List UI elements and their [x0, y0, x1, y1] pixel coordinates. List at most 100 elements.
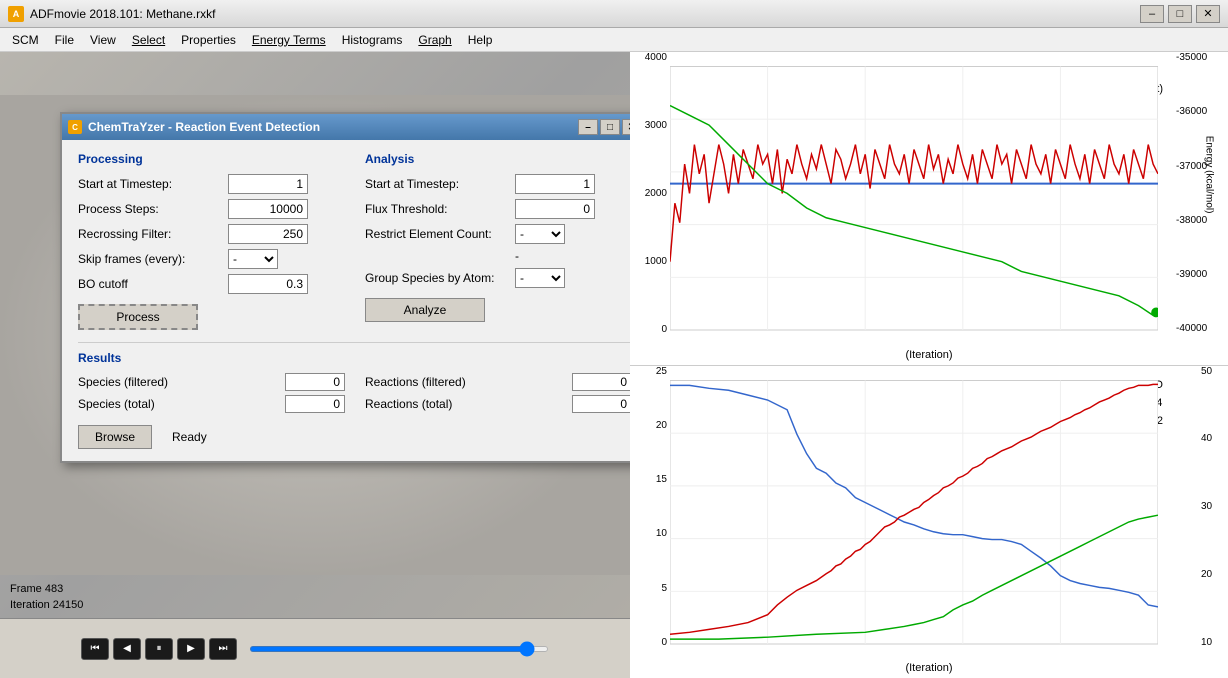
y-label-1000: 1000 — [632, 256, 667, 267]
menu-scm[interactable]: SCM — [4, 31, 47, 49]
dialog-minimize-button[interactable]: – — [578, 119, 598, 135]
analysis-start-timestep-label: Start at Timestep: — [365, 177, 515, 191]
y-label-5: 5 — [632, 583, 667, 594]
minimize-button[interactable]: – — [1140, 5, 1164, 23]
prev-frame-button[interactable]: ◀ — [113, 638, 141, 660]
maximize-button[interactable]: □ — [1168, 5, 1192, 23]
results-title: Results — [78, 351, 630, 365]
analysis-title: Analysis — [365, 152, 630, 166]
analyze-button[interactable]: Analyze — [365, 298, 485, 322]
start-timestep-row: Start at Timestep: — [78, 174, 345, 194]
process-steps-input[interactable] — [228, 199, 308, 219]
group-species-label: Group Species by Atom: — [365, 271, 515, 285]
reactions-filtered-value[interactable] — [572, 373, 630, 391]
flux-threshold-input[interactable] — [515, 199, 595, 219]
reactions-total-label: Reactions (total) — [365, 397, 572, 411]
y-label-10: 10 — [632, 528, 667, 539]
y-label-neg36000: -36000 — [1176, 106, 1226, 117]
results-row: Species (filtered) Species (total) React… — [78, 373, 630, 417]
analysis-start-timestep-input[interactable] — [515, 174, 595, 194]
y-label-neg35000: -35000 — [1176, 52, 1226, 63]
empty-row: - — [365, 249, 630, 263]
y-label-0: 0 — [632, 324, 667, 335]
playback-slider[interactable] — [249, 646, 549, 652]
restrict-element-select[interactable]: - — [515, 224, 565, 244]
top-chart: Temperature Temperature (Set) Potential … — [630, 52, 1228, 366]
y-label-50: 50 — [1201, 366, 1226, 377]
frame-info: Frame 483 Iteration 24150 — [10, 581, 83, 613]
y-axis-right-label: Energy (kcal/mol) — [1204, 136, 1215, 214]
skip-frames-row: Skip frames (every): - — [78, 249, 345, 269]
menu-help[interactable]: Help — [460, 31, 501, 49]
y-label-3000: 3000 — [632, 120, 667, 131]
y-label-neg40000: -40000 — [1176, 323, 1226, 334]
y-label-2000: 2000 — [632, 188, 667, 199]
y-label-15: 15 — [632, 474, 667, 485]
top-chart-x-label: (Iteration) — [905, 349, 952, 361]
reactions-total-value[interactable] — [572, 395, 630, 413]
bottom-chart-x-label: (Iteration) — [905, 662, 952, 674]
recrossing-filter-input[interactable] — [228, 224, 308, 244]
process-button[interactable]: Process — [78, 304, 198, 330]
title-bar: A ADFmovie 2018.101: Methane.rxkf – □ ✕ — [0, 0, 1228, 28]
play-pause-button[interactable]: ⏸ — [145, 638, 173, 660]
playback-bar: ⏮ ◀ ⏸ ▶ ⏭ — [0, 618, 630, 678]
process-steps-label: Process Steps: — [78, 202, 228, 216]
recrossing-filter-row: Recrossing Filter: — [78, 224, 345, 244]
group-species-row: Group Species by Atom: - — [365, 268, 630, 288]
last-frame-button[interactable]: ⏭ — [209, 638, 237, 660]
reactions-filtered-row: Reactions (filtered) — [365, 373, 630, 391]
start-timestep-label: Start at Timestep: — [78, 177, 228, 191]
process-steps-row: Process Steps: — [78, 199, 345, 219]
menu-properties[interactable]: Properties — [173, 31, 244, 49]
species-total-label: Species (total) — [78, 397, 285, 411]
dialog-close-button[interactable]: ✕ — [622, 119, 630, 135]
dialog-title-bar: C ChemTraYzer - Reaction Event Detection… — [62, 114, 630, 140]
main-content: Frame 483 Iteration 24150 ⏮ ◀ ⏸ ▶ ⏭ C Ch… — [0, 52, 1228, 678]
processing-title: Processing — [78, 152, 345, 166]
restrict-element-row: Restrict Element Count: - — [365, 224, 630, 244]
bo-cutoff-row: BO cutoff — [78, 274, 345, 294]
analysis-col: Analysis Start at Timestep: Flux Thresho… — [365, 152, 630, 330]
right-panel: Temperature Temperature (Set) Potential … — [630, 52, 1228, 678]
status-text: Ready — [172, 430, 207, 444]
top-chart-svg: 5000 10000 15000 20000 25000 — [670, 62, 1158, 335]
first-frame-button[interactable]: ⏮ — [81, 638, 109, 660]
bottom-chart: H2O CH4 CO2 25 20 15 10 5 0 — [630, 366, 1228, 678]
species-total-value[interactable] — [285, 395, 345, 413]
y-label-30: 30 — [1201, 501, 1226, 512]
app-icon: A — [8, 6, 24, 22]
chemtrayzer-dialog: C ChemTraYzer - Reaction Event Detection… — [60, 112, 630, 463]
next-frame-button[interactable]: ▶ — [177, 638, 205, 660]
start-timestep-input[interactable] — [228, 174, 308, 194]
bo-cutoff-input[interactable] — [228, 274, 308, 294]
species-filtered-label: Species (filtered) — [78, 375, 285, 389]
menu-file[interactable]: File — [47, 31, 82, 49]
title-bar-text: ADFmovie 2018.101: Methane.rxkf — [30, 7, 1140, 21]
menu-view[interactable]: View — [82, 31, 124, 49]
group-species-select[interactable]: - — [515, 268, 565, 288]
menu-graph[interactable]: Graph — [410, 31, 459, 49]
skip-frames-label: Skip frames (every): — [78, 252, 228, 266]
browse-button[interactable]: Browse — [78, 425, 152, 449]
menu-bar: SCM File View Select Properties Energy T… — [0, 28, 1228, 52]
y-label-4000: 4000 — [632, 52, 667, 63]
species-total-row: Species (total) — [78, 395, 345, 413]
y-axis-right-bottom: 50 40 30 20 10 — [1201, 366, 1226, 649]
menu-histograms[interactable]: Histograms — [334, 31, 411, 49]
restrict-element-label: Restrict Element Count: — [365, 227, 515, 241]
menu-energy-terms[interactable]: Energy Terms — [244, 31, 334, 49]
analysis-start-timestep-row: Start at Timestep: — [365, 174, 630, 194]
menu-select[interactable]: Select — [124, 31, 173, 49]
browse-row: Browse Ready — [78, 425, 630, 449]
y-label-25: 25 — [632, 366, 667, 377]
dialog-maximize-button[interactable]: □ — [600, 119, 620, 135]
species-filtered-value[interactable] — [285, 373, 345, 391]
y-axis-left: 4000 3000 2000 1000 0 — [632, 52, 667, 335]
y-label-40: 40 — [1201, 433, 1226, 444]
close-button[interactable]: ✕ — [1196, 5, 1220, 23]
dialog-two-col: Processing Start at Timestep: Process St… — [78, 152, 630, 330]
skip-frames-select[interactable]: - — [228, 249, 278, 269]
title-bar-controls: – □ ✕ — [1140, 5, 1220, 23]
reactions-filtered-label: Reactions (filtered) — [365, 375, 572, 389]
